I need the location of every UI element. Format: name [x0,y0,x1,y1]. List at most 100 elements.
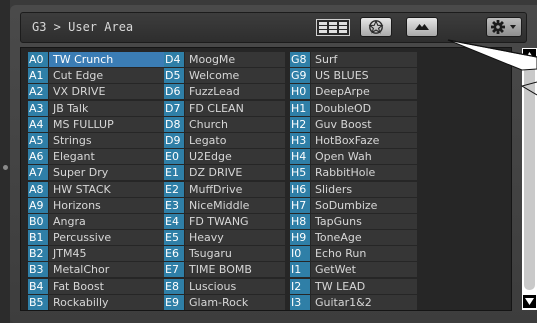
patch-slot-code: I3 [290,294,310,310]
patch-name[interactable]: Sliders [311,181,417,197]
eject-icon [415,24,429,30]
patch-name[interactable]: MoogMe [185,52,285,67]
patch-name[interactable]: JB Talk [49,100,169,116]
effects-icon [368,19,384,34]
scroll-thumb[interactable] [524,65,535,290]
patch-name[interactable]: Tsugaru [185,246,285,262]
patch-name[interactable]: Strings [49,132,169,148]
patch-slot-code: B4 [28,278,48,294]
patch-slot-code: I2 [290,278,310,294]
patch-name[interactable]: Church [185,116,285,132]
patch-slot-code: E7 [164,262,184,278]
patch-slot-code: H9 [290,230,310,246]
breadcrumb: G3 > User Area [32,20,134,34]
patch-slot-code: B1 [28,230,48,246]
patch-name[interactable]: Welcome [185,68,285,84]
patch-name[interactable]: FD TWANG [185,213,285,229]
patch-slot-code: G9 [290,68,310,84]
patch-name[interactable]: MuffDrive [185,181,285,197]
patch-name[interactable]: DZ DRIVE [185,165,285,181]
patch-slot-code: D4 [164,52,184,67]
patch-slot-code: E6 [164,246,184,262]
patch-name[interactable]: TW LEAD [311,278,417,294]
patch-name[interactable]: DeepArpe [311,84,417,100]
patch-name[interactable]: Rockabilly [49,294,169,310]
patch-name[interactable]: Guitar1&2 [311,294,417,310]
patch-slot-code: B3 [28,262,48,278]
settings-menu-button[interactable] [486,17,522,37]
patch-slot-code: E3 [164,197,184,213]
patch-name[interactable]: Open Wah [311,149,417,165]
patch-name[interactable]: Glam-Rock [185,294,285,310]
patch-name[interactable]: TapGuns [311,213,417,229]
patch-name[interactable]: NiceMiddle [185,197,285,213]
effects-button[interactable] [360,17,392,37]
eject-button[interactable] [406,17,438,37]
patch-slot-code: D5 [164,68,184,84]
patch-slot-code: H6 [290,181,310,197]
gear-icon [491,20,516,34]
patch-slot-code: E8 [164,278,184,294]
patch-slot-code: H7 [290,197,310,213]
grid-view-button[interactable] [316,19,350,36]
arrow-down-icon [525,298,534,305]
patch-slot-code: A3 [28,100,48,116]
patch-name[interactable]: TIME BOMB [185,262,285,278]
patch-slot-code: D9 [164,132,184,148]
patch-name[interactable]: DoubleOD [311,100,417,116]
patch-name[interactable]: JTM45 [49,246,169,262]
patch-slot-code: A1 [28,68,48,84]
patch-slot-code: E0 [164,149,184,165]
grid-view-icon [319,22,347,25]
patch-name[interactable]: US BLUES [311,68,417,84]
patch-name[interactable]: GetWet [311,262,417,278]
patch-slot-code: I1 [290,262,310,278]
patch-name[interactable]: Horizons [49,197,169,213]
patch-slot-code: B0 [28,213,48,229]
patch-slot-code: D7 [164,100,184,116]
header-bar: G3 > User Area [20,12,527,43]
patch-name[interactable]: Heavy [185,230,285,246]
patch-slot-code: A8 [28,181,48,197]
patch-name[interactable]: Percussive [49,230,169,246]
patch-slot-code: A0 [28,52,48,67]
patch-name[interactable]: Super Dry [49,165,169,181]
patch-name[interactable]: Surf [311,52,417,67]
patch-name[interactable]: Elegant [49,149,169,165]
patch-name[interactable]: HotBoxFaze [311,132,417,148]
patch-name[interactable]: RabbitHole [311,165,417,181]
patch-slot-code: A6 [28,149,48,165]
patch-slot-code: A5 [28,132,48,148]
patch-name[interactable]: U2Edge [185,149,285,165]
patch-name[interactable]: FuzzLead [185,84,285,100]
patch-name[interactable]: Fat Boost [49,278,169,294]
patch-slot-code: H0 [290,84,310,100]
arrow-up-icon [525,52,534,59]
patch-name[interactable]: Luscious [185,278,285,294]
patch-slot-code: E2 [164,181,184,197]
patch-name[interactable]: TW Crunch [49,52,169,67]
patch-slot-code: H4 [290,149,310,165]
patch-name[interactable]: Cut Edge [49,68,169,84]
patch-slot-code: G8 [290,52,310,67]
patch-name[interactable]: MS FULLUP [49,116,169,132]
scroll-up-button[interactable] [523,49,536,62]
scroll-down-button[interactable] [523,295,536,308]
patch-name[interactable]: ToneAge [311,230,417,246]
patch-name[interactable]: SoDumbize [311,197,417,213]
patch-slot-code: E9 [164,294,184,310]
patch-name[interactable]: FD CLEAN [185,100,285,116]
patch-name[interactable]: MetalChor [49,262,169,278]
patch-slot-code: E1 [164,165,184,181]
patch-name[interactable]: VX DRIVE [49,84,169,100]
drag-handle-dot[interactable] [3,165,8,170]
patch-name[interactable]: Echo Run [311,246,417,262]
patch-name[interactable]: Angra [49,213,169,229]
patch-name[interactable]: Guv Boost [311,116,417,132]
patch-slot-code: I0 [290,246,310,262]
patch-slot-code: A4 [28,116,48,132]
patch-name[interactable]: Legato [185,132,285,148]
patch-name[interactable]: HW STACK [49,181,169,197]
scrollbar[interactable] [522,48,537,310]
patch-slot-code: A7 [28,165,48,181]
